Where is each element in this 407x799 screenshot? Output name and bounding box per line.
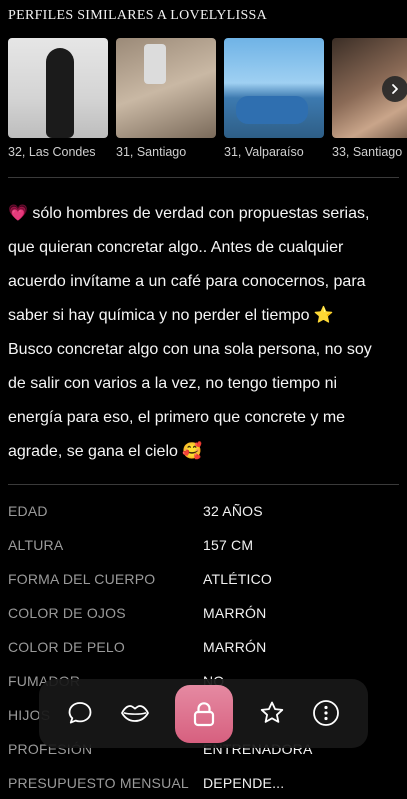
detail-value: ATLÉTICO [203, 571, 273, 587]
profile-card[interactable]: 31, Santiago [116, 38, 216, 159]
profile-photo[interactable] [224, 38, 324, 138]
detail-label: COLOR DE OJOS [8, 605, 126, 621]
bio-line: 💗 sólo hombres de verdad con propuestas … [8, 205, 370, 222]
detail-row-edad: EDAD 32 AÑOS [8, 493, 400, 527]
divider [8, 177, 399, 178]
detail-row-presupuesto-mensual: PRESUPUESTO MENSUAL DEPENDE... [8, 765, 400, 799]
star-icon [260, 701, 284, 723]
more-options-button[interactable] [304, 691, 348, 735]
bio-line: energía para eso, el primero que concret… [8, 409, 346, 426]
similar-profiles-title: PERFILES SIMILARES A LOVELYLISSA [8, 8, 268, 23]
profile-card[interactable]: 31, Valparaíso [224, 38, 324, 159]
chevron-right-icon [392, 84, 398, 94]
detail-row-altura: ALTURA 157 CM [8, 527, 400, 561]
divider [8, 484, 399, 485]
detail-label: ALTURA [8, 537, 64, 553]
detail-label: COLOR DE PELO [8, 639, 125, 655]
bio-text: 💗 sólo hombres de verdad con propuestas … [8, 197, 400, 469]
bio-line: que quieran concretar algo.. Antes de cu… [8, 239, 344, 256]
profile-caption: 31, Santiago [116, 145, 187, 159]
profile-photo[interactable] [116, 38, 216, 138]
kiss-icon [121, 705, 149, 722]
detail-row-forma-del-cuerpo: FORMA DEL CUERPO ATLÉTICO [8, 561, 400, 595]
profile-card[interactable]: 32, Las Condes [8, 38, 108, 159]
bio-line: saber si hay química y no perder el tiem… [8, 307, 334, 324]
detail-row-color-de-pelo: COLOR DE PELO MARRÓN [8, 629, 400, 663]
detail-label: FORMA DEL CUERPO [8, 571, 156, 587]
action-dock [39, 679, 368, 748]
bio-line: acuerdo invítame a un café para conocern… [8, 273, 366, 290]
detail-value: MARRÓN [203, 639, 267, 655]
chat-icon [68, 702, 92, 724]
kiss-button[interactable] [113, 691, 157, 735]
favorite-button[interactable] [250, 691, 294, 735]
carousel-next-button[interactable] [382, 76, 407, 102]
detail-value: MARRÓN [203, 605, 267, 621]
detail-value: DEPENDE... [203, 775, 285, 791]
profile-details: EDAD 32 AÑOS ALTURA 157 CM FORMA DEL CUE… [8, 493, 400, 799]
detail-value: 32 AÑOS [203, 503, 263, 519]
profile-caption: 33, Santiago [332, 145, 403, 159]
more-icon [313, 700, 339, 726]
similar-profiles-carousel: 32, Las Condes 31, Santiago 31, Valparaí… [8, 38, 407, 164]
bio-line: de salir con varios a la vez, no tengo t… [8, 375, 338, 392]
detail-row-color-de-ojos: COLOR DE OJOS MARRÓN [8, 595, 400, 629]
bio-line: agrade, se gana el cielo 🥰 [8, 443, 203, 460]
profile-caption: 32, Las Condes [8, 145, 96, 159]
unlock-button[interactable] [175, 685, 233, 743]
detail-label: EDAD [8, 503, 48, 519]
lock-icon [193, 702, 215, 727]
chat-button[interactable] [58, 691, 102, 735]
bio-line: Busco concretar algo con una sola person… [8, 341, 372, 358]
profile-caption: 31, Valparaíso [224, 145, 304, 159]
detail-label: PRESUPUESTO MENSUAL [8, 775, 189, 791]
detail-value: 157 CM [203, 537, 254, 553]
profile-photo[interactable] [8, 38, 108, 138]
